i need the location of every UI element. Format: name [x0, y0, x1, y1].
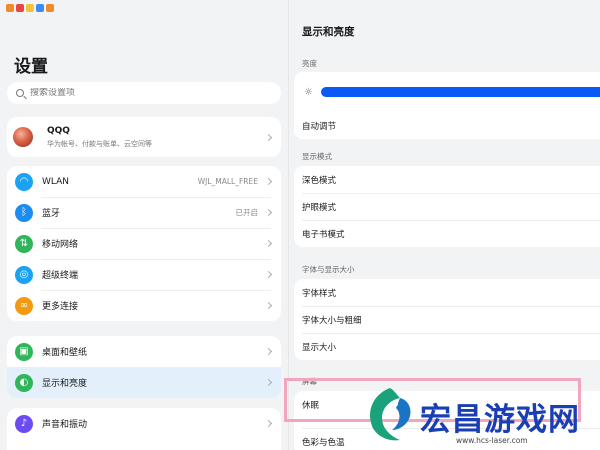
- link-icon: ∞: [15, 296, 33, 315]
- sidebar-item-wallpaper[interactable]: ▣ 桌面和壁纸: [7, 336, 281, 367]
- watermark: 宏昌游戏网 www.hcs-laser.com: [356, 380, 600, 450]
- chevron-right-icon: [264, 419, 273, 428]
- font-card: 字体样式 字体大小与粗细 显示大小: [294, 279, 600, 360]
- display-card: ▣ 桌面和壁纸 ◐ 显示和亮度: [7, 336, 281, 398]
- section-label-brightness: 亮度: [302, 59, 317, 68]
- item-label: 护眼模式: [302, 202, 337, 213]
- sidebar-item-label: 显示和亮度: [42, 379, 88, 389]
- chevron-right-icon: [264, 378, 273, 387]
- signal-icon: ⇅: [15, 234, 33, 253]
- sidebar-item-label: WLAN: [42, 176, 70, 187]
- sidebar-item-wlan[interactable]: ◠ WLAN WJL_MALL_FREE: [7, 166, 281, 197]
- item-label: 字体样式: [302, 288, 337, 299]
- sidebar-item-label: 声音和振动: [42, 420, 88, 430]
- font-size-item[interactable]: 字体大小与粗细: [294, 306, 600, 333]
- item-label: 电子书模式: [302, 229, 345, 240]
- dark-mode-item[interactable]: 深色模式: [294, 166, 600, 193]
- ebook-mode-item[interactable]: 电子书模式: [294, 220, 600, 247]
- item-label: 显示大小: [302, 342, 337, 353]
- item-label: 色彩与色温: [302, 437, 345, 448]
- chevron-right-icon: [264, 347, 273, 356]
- brightness-slider-row[interactable]: ☼: [294, 72, 600, 112]
- chevron-right-icon: [264, 208, 273, 217]
- auto-adjust-item[interactable]: 自动调节: [294, 112, 600, 139]
- sidebar-item-super-device[interactable]: ◎ 超级终端: [7, 259, 281, 290]
- super-device-icon: ◎: [15, 265, 33, 284]
- auto-adjust-label: 自动调节: [302, 121, 337, 132]
- account-subtitle: 华为帐号、付款与账单、云空间等: [47, 139, 152, 148]
- sidebar-item-display[interactable]: ◐ 显示和亮度: [7, 367, 281, 398]
- sidebar-item-label: 桌面和壁纸: [42, 348, 88, 358]
- wlan-network-name: WJL_MALL_FREE: [197, 177, 258, 186]
- chevron-right-icon: [264, 133, 273, 141]
- section-label-font: 字体与显示大小: [302, 265, 355, 274]
- avatar: [13, 127, 33, 147]
- sidebar-item-label: 蓝牙: [42, 209, 61, 219]
- chevron-right-icon: [264, 301, 273, 310]
- sidebar-item-sound[interactable]: ♪ 声音和振动: [7, 408, 281, 439]
- sun-icon: ☼: [304, 86, 313, 98]
- page-title: 设置: [14, 57, 48, 77]
- display-icon: ◐: [15, 373, 33, 392]
- watermark-text: 宏昌游戏网: [420, 402, 580, 438]
- bluetooth-status: 已开启: [235, 208, 259, 217]
- sidebar-item-label: 超级终端: [42, 271, 79, 281]
- search-bar[interactable]: [7, 82, 281, 104]
- sidebar-item-mobile-network[interactable]: ⇅ 移动网络: [7, 228, 281, 259]
- account-name: QQQ: [47, 125, 70, 136]
- account-card[interactable]: QQQ 华为帐号、付款与账单、云空间等: [7, 117, 281, 157]
- sidebar-item-label: 更多连接: [42, 302, 79, 312]
- sidebar-item-bluetooth[interactable]: ᛒ 蓝牙 已开启: [7, 197, 281, 228]
- watermark-url: www.hcs-laser.com: [456, 436, 528, 445]
- sidebar-item-label: 移动网络: [42, 240, 79, 250]
- display-mode-card: 深色模式 护眼模式 电子书模式: [294, 166, 600, 247]
- chevron-right-icon: [264, 239, 273, 248]
- section-label-display-mode: 显示模式: [302, 152, 332, 161]
- eye-comfort-item[interactable]: 护眼模式: [294, 193, 600, 220]
- search-icon: [16, 89, 24, 97]
- search-input[interactable]: [30, 88, 270, 98]
- item-label: 深色模式: [302, 175, 337, 186]
- bluetooth-icon: ᛒ: [15, 203, 33, 222]
- sound-card: ♪ 声音和振动: [7, 408, 281, 450]
- wallpaper-icon: ▣: [15, 342, 33, 361]
- chevron-right-icon: [264, 177, 273, 186]
- settings-sidebar: 设置 QQQ 华为帐号、付款与账单、云空间等 ◠ WLAN WJL_MALL_F…: [0, 0, 290, 450]
- font-style-item[interactable]: 字体样式: [294, 279, 600, 306]
- sidebar-item-more-connections[interactable]: ∞ 更多连接: [7, 290, 281, 321]
- brightness-card: ☼ 自动调节: [294, 72, 600, 139]
- connectivity-card: ◠ WLAN WJL_MALL_FREE ᛒ 蓝牙 已开启 ⇅ 移动网络 ◎ 超…: [7, 166, 281, 321]
- detail-title: 显示和亮度: [302, 26, 355, 38]
- wifi-icon: ◠: [15, 172, 33, 191]
- chevron-right-icon: [264, 270, 273, 279]
- sound-icon: ♪: [15, 414, 33, 433]
- dragon-logo-icon: [370, 388, 411, 441]
- item-label: 字体大小与粗细: [302, 315, 362, 326]
- brightness-slider[interactable]: [320, 87, 600, 97]
- display-size-item[interactable]: 显示大小: [294, 333, 600, 360]
